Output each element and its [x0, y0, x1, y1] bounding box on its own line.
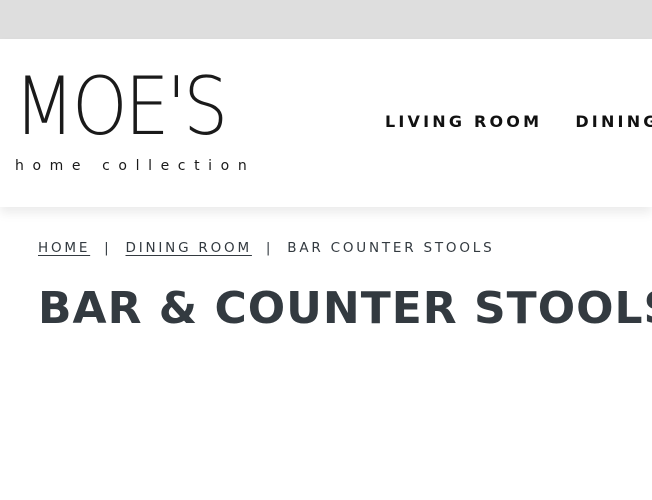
- breadcrumb-current: BAR COUNTER STOOLS: [287, 240, 495, 256]
- logo[interactable]: MOE'S home collection: [14, 67, 274, 177]
- breadcrumb-separator: |: [104, 240, 112, 256]
- logo-brand: MOE'S: [14, 60, 228, 153]
- logo-tagline: home collection: [15, 158, 256, 174]
- nav-item-dining-room[interactable]: DINING ROOM: [575, 112, 652, 131]
- main-nav: LIVING ROOM DINING ROOM: [385, 112, 652, 131]
- breadcrumb-separator: |: [265, 240, 274, 256]
- breadcrumb-home[interactable]: HOME: [38, 240, 90, 256]
- site-header: MOE'S home collection LIVING ROOM DINING…: [0, 39, 652, 207]
- breadcrumb: HOME | DINING ROOM | BAR COUNTER STOOLS: [38, 240, 494, 256]
- page-title: BAR & COUNTER STOOLS: [38, 283, 652, 334]
- top-strip: [0, 0, 652, 39]
- nav-item-living-room[interactable]: LIVING ROOM: [385, 112, 542, 131]
- breadcrumb-dining-room[interactable]: DINING ROOM: [126, 240, 252, 256]
